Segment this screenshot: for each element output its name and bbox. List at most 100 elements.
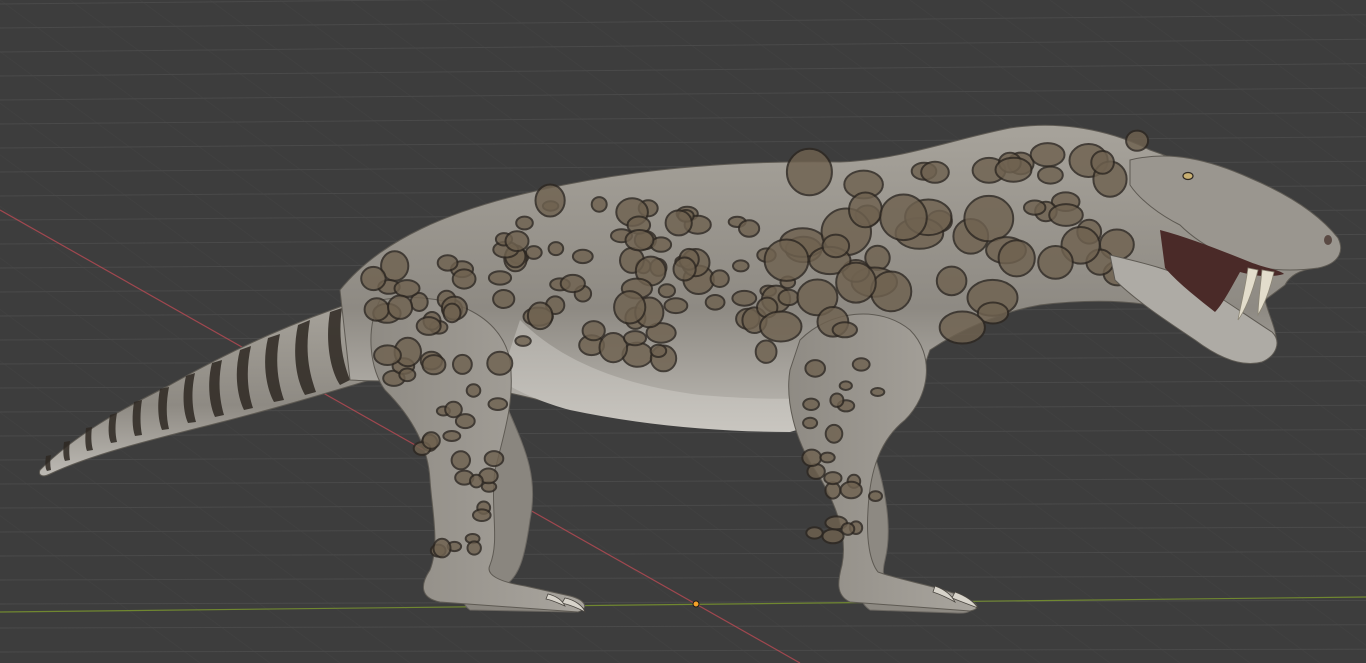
skin-spot: [590, 196, 608, 213]
skin-spot: [848, 191, 883, 229]
grid-line: [0, 38, 1366, 53]
grid-line: [0, 648, 1366, 653]
skin-spot: [514, 335, 532, 347]
grid-line: [0, 477, 1366, 485]
grid-line: [0, 526, 1366, 533]
skin-spot: [387, 294, 414, 320]
skin-spot: [731, 289, 758, 307]
skin-spot: [920, 160, 950, 184]
skin-spot: [486, 350, 514, 376]
skin-spot: [559, 273, 586, 294]
skin-spot: [838, 380, 853, 392]
skin-spot: [672, 256, 697, 282]
creature-model[interactable]: [39, 124, 1342, 614]
skin-spot: [663, 297, 689, 315]
skin-spot: [487, 397, 509, 412]
skin-spot: [938, 310, 986, 345]
grid-line: [1259, 0, 1366, 79]
eye: [1182, 171, 1194, 181]
skin-spot: [1029, 142, 1066, 168]
skin-spot: [805, 526, 824, 540]
origin-marker[interactable]: [692, 600, 700, 608]
skin-spot: [997, 239, 1036, 278]
skin-spot: [821, 528, 845, 545]
nostril: [1324, 235, 1332, 245]
skin-spot: [487, 270, 513, 286]
skin-spot: [738, 219, 761, 238]
3d-viewport[interactable]: [0, 0, 1366, 663]
skin-spot: [398, 367, 417, 383]
skin-spot: [465, 383, 482, 398]
skin-spot: [393, 279, 421, 298]
skin-spot: [526, 301, 554, 331]
viewport-canvas[interactable]: [0, 0, 1366, 663]
skin-spot: [1022, 199, 1047, 216]
skin-spot: [759, 310, 803, 343]
skin-spot: [598, 332, 629, 364]
skin-spot: [492, 289, 516, 309]
skin-spot: [624, 229, 655, 252]
skin-spot: [709, 269, 730, 289]
skin-spot: [785, 147, 833, 197]
grid-line: [0, 0, 452, 5]
skin-spot: [935, 265, 968, 297]
skin-spot: [763, 238, 810, 282]
grid-line: [0, 14, 1366, 29]
skin-spot: [801, 448, 823, 467]
skin-spot: [831, 321, 858, 339]
skin-spot: [442, 430, 462, 442]
grid-line: [0, 624, 1366, 629]
skin-spot: [483, 450, 505, 468]
skin-spot: [450, 450, 471, 471]
grid-line: [0, 453, 1366, 461]
skin-spot: [839, 480, 863, 500]
skin-spot: [823, 471, 843, 486]
skin-spot: [466, 540, 482, 556]
grid-line: [979, 0, 1366, 285]
skin-spot: [754, 339, 778, 364]
skin-spot: [879, 193, 928, 242]
skin-spot: [868, 490, 883, 503]
skin-spot: [623, 330, 647, 347]
grid-line: [0, 599, 1366, 605]
skin-spot: [360, 265, 387, 292]
skin-spot: [824, 423, 844, 444]
skin-spot: [777, 288, 800, 307]
skin-spot: [963, 194, 1015, 243]
skin-spot: [802, 397, 820, 411]
skin-spot: [472, 508, 492, 523]
skin-spot: [515, 215, 534, 231]
grid-line: [0, 87, 1366, 101]
skin-spot: [571, 248, 594, 265]
skin-spot: [802, 416, 819, 430]
grid-line: [0, 551, 1366, 557]
skin-spot: [657, 283, 677, 299]
skin-spot: [664, 209, 693, 237]
grid-line: [0, 63, 1366, 77]
skin-spot: [851, 357, 871, 372]
skin-spot: [421, 431, 441, 450]
skin-spot: [442, 302, 462, 324]
skin-spot: [835, 261, 877, 304]
skin-spot: [534, 183, 566, 218]
skin-spot: [547, 241, 565, 257]
skin-spot: [421, 354, 447, 376]
skin-spot: [732, 259, 750, 273]
skin-spot: [1048, 203, 1084, 227]
grid-line: [0, 111, 1366, 125]
skin-spot: [821, 233, 851, 259]
skin-spot: [1037, 165, 1064, 185]
skin-spot: [469, 473, 484, 489]
skin-spot: [452, 353, 473, 375]
skin-spot: [649, 343, 668, 358]
skin-spot: [613, 290, 647, 325]
skin-spot: [819, 451, 836, 464]
skin-spot: [1090, 150, 1115, 175]
skin-spot: [1037, 245, 1074, 280]
skin-spot: [829, 392, 845, 408]
skin-spot: [869, 270, 913, 313]
skin-spot: [415, 316, 442, 336]
skin-spot: [432, 537, 452, 559]
skin-spot: [870, 387, 886, 397]
skin-spot: [524, 245, 543, 260]
